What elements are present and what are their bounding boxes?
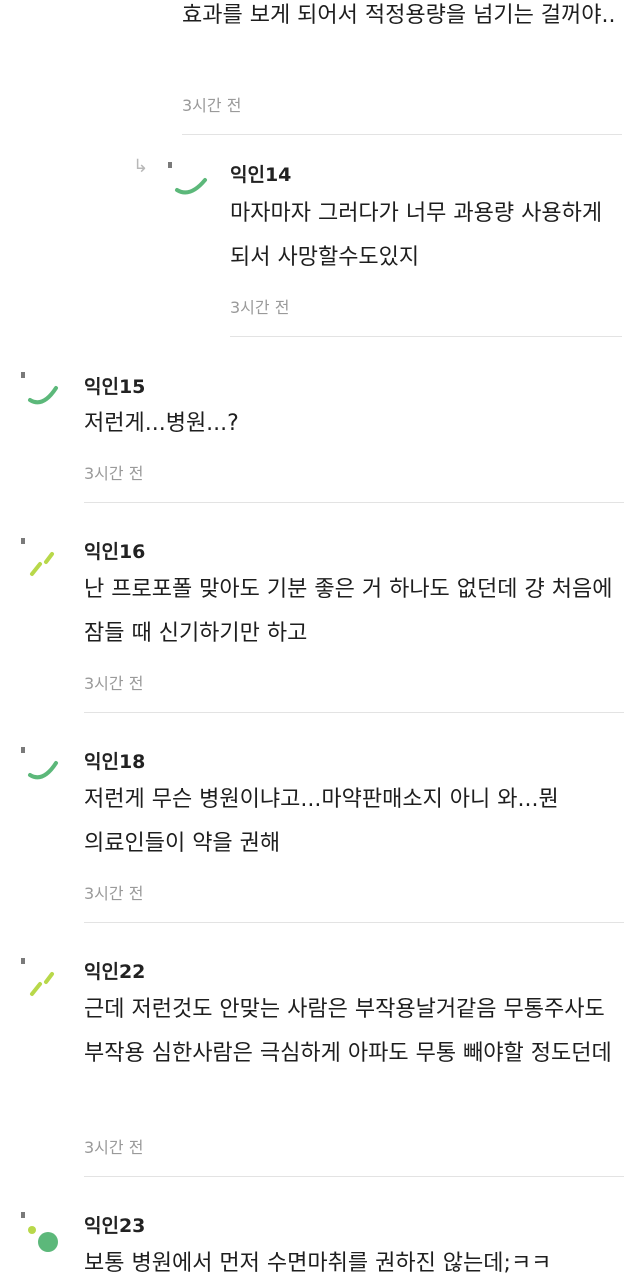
comment-author[interactable]: 익인14	[230, 160, 291, 187]
avatar-icon	[168, 162, 207, 195]
comment-author[interactable]: 익인16	[84, 537, 145, 564]
avatar-icon	[21, 538, 54, 576]
avatar-icon	[21, 958, 54, 996]
divider	[84, 1176, 624, 1177]
comment-text: 보통 병원에서 먼저 수면마취를 권하진 않는데;ㅋㅋ	[84, 1251, 552, 1276]
comment-time: 3시간 전	[84, 674, 144, 693]
comment-author[interactable]: 익인15	[84, 372, 145, 399]
comment-time: 3시간 전	[84, 884, 144, 903]
comment-time: 3시간 전	[230, 298, 290, 317]
comment-author[interactable]: 익인23	[84, 1211, 145, 1238]
divider	[230, 336, 622, 337]
comment-text: 효과를 보게 되어서 적정용량을 넘기는 걸꺼야..	[182, 3, 616, 28]
comment-text: 저런게 무슨 병원이냐고...마약판매소지 아니 와...뭔 의료인들이 약을 …	[84, 787, 559, 856]
comment-author[interactable]: 익인22	[84, 957, 145, 984]
divider	[84, 712, 624, 713]
comment-time: 3시간 전	[84, 464, 144, 483]
divider	[84, 922, 624, 923]
divider	[182, 134, 622, 135]
comment-time: 3시간 전	[84, 1138, 144, 1157]
comment-text: 근데 저런것도 안맞는 사람은 부작용날거같음 무통주사도 부작용 심한사람은 …	[84, 997, 612, 1066]
comment-text: 난 프로포폴 맞아도 기분 좋은 거 하나도 없던데 걍 처음에 잠들 때 신기…	[84, 577, 613, 646]
divider	[84, 502, 624, 503]
comment-text: 저런게...병원...?	[84, 411, 239, 436]
avatar-icon	[21, 747, 58, 780]
avatar-icon	[21, 372, 58, 405]
reply-arrow-icon: ↳	[133, 156, 149, 177]
comment-time: 3시간 전	[182, 96, 242, 115]
comment-text: 마자마자 그러다가 너무 과용량 사용하게 되서 사망할수도있지	[230, 201, 603, 270]
avatar-icon	[21, 1212, 58, 1252]
comment-author[interactable]: 익인18	[84, 747, 145, 774]
